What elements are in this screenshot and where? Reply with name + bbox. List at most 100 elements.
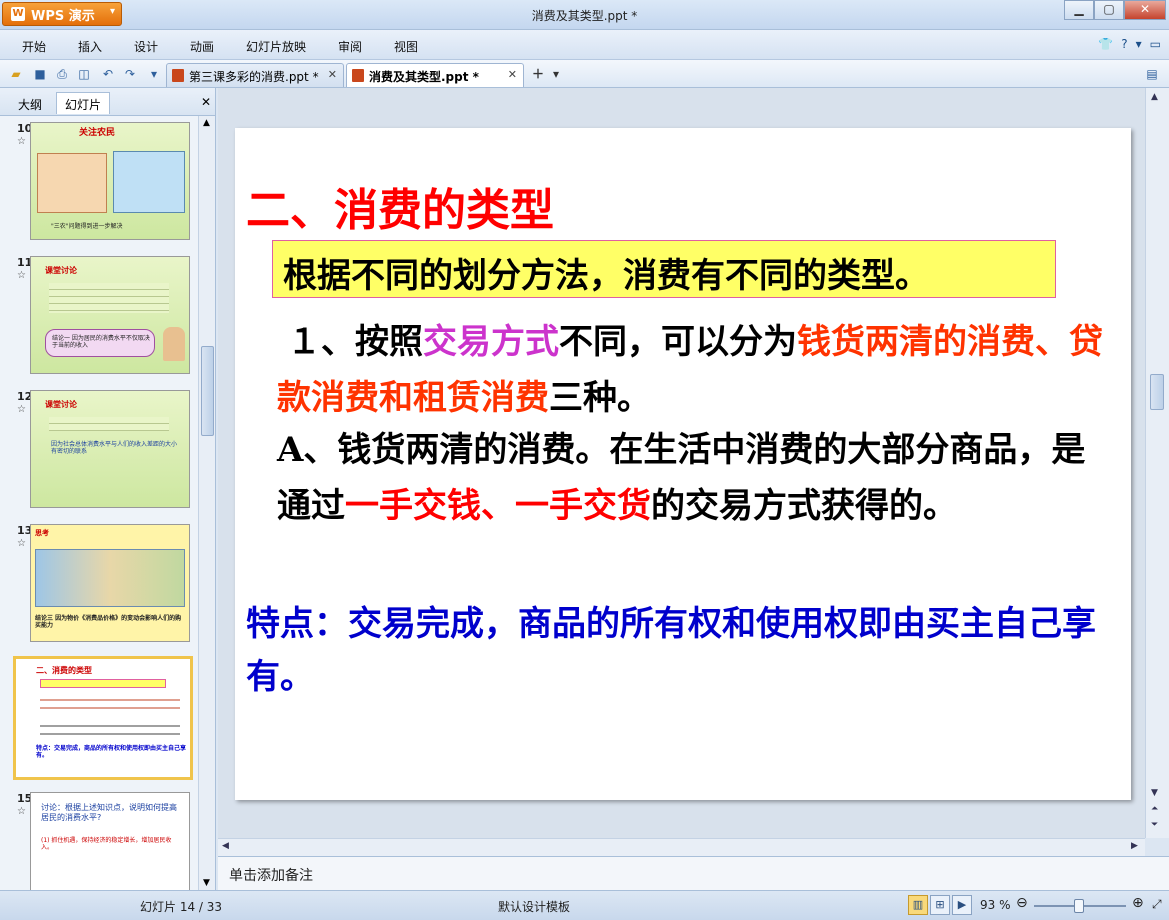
animation-star-icon: ☆ (17, 404, 26, 415)
close-pane-icon[interactable]: ✕ (201, 95, 211, 109)
slide-thumbnail-selected[interactable]: 二、消费的类型 特点：交易完成，商品的所有权和使用权即由买主自己享有。 (13, 656, 193, 780)
editor-horizontal-scrollbar[interactable]: ◀ ▶ (218, 838, 1145, 856)
print-icon[interactable]: ⎙ (54, 66, 70, 82)
open-folder-icon[interactable]: ▰ (8, 66, 24, 82)
pane-tabs: 大纲 幻灯片 ✕ (0, 88, 215, 116)
slide-thumbnail[interactable]: 思考 结论三 因为物价《消费品价格》的变动会影响人们的购买能力 (30, 524, 190, 642)
scroll-down-icon[interactable]: ▼ (1151, 788, 1158, 798)
normal-view-button[interactable]: ▥ (908, 895, 928, 915)
editor-vertical-scrollbar[interactable]: ▲ ▼ ⏶ ⏷ (1145, 88, 1169, 838)
thumb-title: 课堂讨论 (45, 266, 77, 275)
help-icon[interactable]: ? (1121, 37, 1127, 51)
new-tab-icon[interactable]: ＋ (530, 66, 546, 82)
menu-bar: 开始 插入 设计 动画 幻灯片放映 审阅 视图 👕 ? ▾ ▭ (0, 30, 1169, 60)
p1-text: 三种。 (549, 378, 651, 418)
scroll-up-icon[interactable]: ▲ (203, 118, 210, 128)
thumb-photo-image (113, 151, 185, 213)
menu-view[interactable]: 视图 (394, 38, 418, 55)
slideshow-view-button[interactable]: ▶ (952, 895, 972, 915)
thumb-infographic-image (35, 549, 185, 607)
zoom-out-icon[interactable]: ⊖ (1016, 895, 1028, 911)
menu-slideshow[interactable]: 幻灯片放映 (246, 38, 306, 55)
slide-counter: 幻灯片 14 / 33 (140, 900, 223, 914)
pane-toggle-icon[interactable]: ▤ (1144, 66, 1160, 82)
scroll-left-icon[interactable]: ◀ (222, 841, 229, 851)
tab-label: 消费及其类型.ppt * (369, 70, 479, 84)
chevron-down-icon[interactable]: ▾ (1136, 37, 1142, 51)
scrollbar-thumb[interactable] (201, 346, 214, 436)
skin-icon[interactable]: 👕 (1098, 37, 1113, 51)
tab-label: 第三课多彩的消费.ppt * (189, 70, 319, 84)
animation-star-icon: ☆ (17, 806, 26, 817)
slide-thumbnail[interactable]: 讨论：根据上述知识点，说明如何提高居民的消费水平? (1) 抓住机遇，保持经济的… (30, 792, 190, 890)
menu-animation[interactable]: 动画 (190, 38, 214, 55)
thumb-title: 思考 (35, 529, 49, 537)
menu-review[interactable]: 审阅 (338, 38, 362, 55)
notes-pane[interactable]: 单击添加备注 (218, 856, 1169, 890)
thumb-caption: 特点：交易完成，商品的所有权和使用权即由买主自己享有。 (36, 745, 187, 759)
paragraph-transaction-types[interactable]: １、按照交易方式不同，可以分为钱货两清的消费、贷款消费和租赁消费三种。 (277, 314, 1127, 426)
tab-slides[interactable]: 幻灯片 (56, 92, 111, 114)
zoom-in-icon[interactable]: ⊕ (1132, 895, 1144, 911)
highlight-text: 根据不同的划分方法，消费有不同的类型。 (283, 256, 929, 296)
p1-text: １、按照 (287, 322, 423, 362)
print-preview-icon[interactable]: ◫ (76, 66, 92, 82)
undo-icon[interactable]: ↶ (100, 66, 116, 82)
paragraph-cash-consumption[interactable]: A、钱货两清的消费。在生活中消费的大部分商品，是通过一手交钱、一手交货的交易方式… (277, 422, 1117, 534)
minimize-button[interactable]: ▁ (1064, 0, 1094, 20)
quick-access-toolbar: ▰ ■ ⎙ ◫ ↶ ↷ ▾ 第三课多彩的消费.ppt * ✕ 消费及其类型.pp… (0, 60, 1169, 88)
tab-outline[interactable]: 大纲 (10, 93, 50, 115)
thumb-title: 课堂讨论 (45, 400, 77, 409)
next-slide-icon[interactable]: ⏷ (1151, 820, 1158, 830)
animation-star-icon: ☆ (17, 538, 26, 549)
ppt-file-icon (352, 69, 364, 82)
p2-text: 的交易方式获得的。 (651, 486, 957, 526)
menu-home[interactable]: 开始 (22, 38, 46, 55)
thumb-caption: 因为社会总体消费水平与人们的收入差距的大小有密切的联系 (51, 441, 178, 455)
thumb-title: 讨论：根据上述知识点，说明如何提高居民的消费水平? (41, 803, 177, 822)
thumb-title: 二、消费的类型 (36, 666, 92, 675)
design-template-name: 默认设计模板 (498, 900, 571, 914)
slide-thumbnail[interactable]: 关注农民 "三农"问题得到进一步解决 (30, 122, 190, 240)
ppt-file-icon (172, 69, 184, 82)
scroll-up-icon[interactable]: ▲ (1151, 92, 1158, 102)
thumb-text-lines (49, 283, 169, 313)
zoom-slider-handle[interactable] (1074, 899, 1084, 913)
tab-doc-1[interactable]: 第三课多彩的消费.ppt * ✕ (166, 63, 344, 87)
close-tab-icon[interactable]: ✕ (328, 68, 337, 81)
title-bar: W WPS 演示 ▾ 消费及其类型.ppt * ▁ ▢ ✕ (0, 0, 1169, 30)
close-tab-icon[interactable]: ✕ (508, 68, 517, 81)
menu-design[interactable]: 设计 (134, 38, 158, 55)
p2-keyword: 一手交钱、一手交货 (345, 486, 651, 526)
thumb-highlight-box (40, 679, 166, 688)
thumb-text-lines (40, 693, 180, 713)
scrollbar-thumb[interactable] (1150, 374, 1164, 410)
thumb-callout: 结论一 因为居民的消费水平不仅取决于当前的收入 (45, 329, 155, 357)
scroll-right-icon[interactable]: ▶ (1131, 841, 1138, 851)
highlight-textbox[interactable]: 根据不同的划分方法，消费有不同的类型。 (272, 240, 1056, 298)
restore-ribbon-icon[interactable]: ▭ (1150, 37, 1161, 51)
paragraph-feature[interactable]: 特点：交易完成，商品的所有权和使用权即由买主自己享有。 (246, 598, 1126, 704)
fit-window-icon[interactable]: ⤢ (1152, 897, 1162, 912)
maximize-button[interactable]: ▢ (1094, 0, 1124, 20)
redo-icon[interactable]: ↷ (122, 66, 138, 82)
save-icon[interactable]: ■ (32, 66, 48, 82)
window-title: 消费及其类型.ppt * (531, 9, 638, 23)
slide-thumbnail[interactable]: 课堂讨论 因为社会总体消费水平与人们的收入差距的大小有密切的联系 (30, 390, 190, 508)
tab-doc-2[interactable]: 消费及其类型.ppt * ✕ (346, 63, 524, 87)
thumb-caption: (1) 抓住机遇，保持经济的稳定增长，增加居民收入。 (41, 837, 172, 851)
status-bar: 幻灯片 14 / 33 默认设计模板 ▥ ⊞ ▶ 93 % ⊖ ⊕ ⤢ (0, 890, 1169, 920)
customize-toolbar-icon[interactable]: ▾ (146, 66, 162, 82)
thumbnails-scrollbar[interactable]: ▲ ▼ (198, 116, 215, 890)
current-slide[interactable]: 二、消费的类型 根据不同的划分方法，消费有不同的类型。 １、按照交易方式不同，可… (235, 128, 1131, 800)
animation-star-icon: ☆ (17, 136, 26, 147)
slide-thumbnail[interactable]: 课堂讨论 结论一 因为居民的消费水平不仅取决于当前的收入 (30, 256, 190, 374)
chevron-down-icon[interactable]: ▾ (548, 66, 564, 82)
slide-sorter-view-button[interactable]: ⊞ (930, 895, 950, 915)
scroll-down-icon[interactable]: ▼ (203, 878, 210, 888)
zoom-level: 93 % (980, 898, 1011, 912)
previous-slide-icon[interactable]: ⏶ (1151, 804, 1158, 814)
close-window-button[interactable]: ✕ (1124, 0, 1166, 20)
slide-title[interactable]: 二、消费的类型 (246, 174, 554, 238)
menu-insert[interactable]: 插入 (78, 38, 102, 55)
